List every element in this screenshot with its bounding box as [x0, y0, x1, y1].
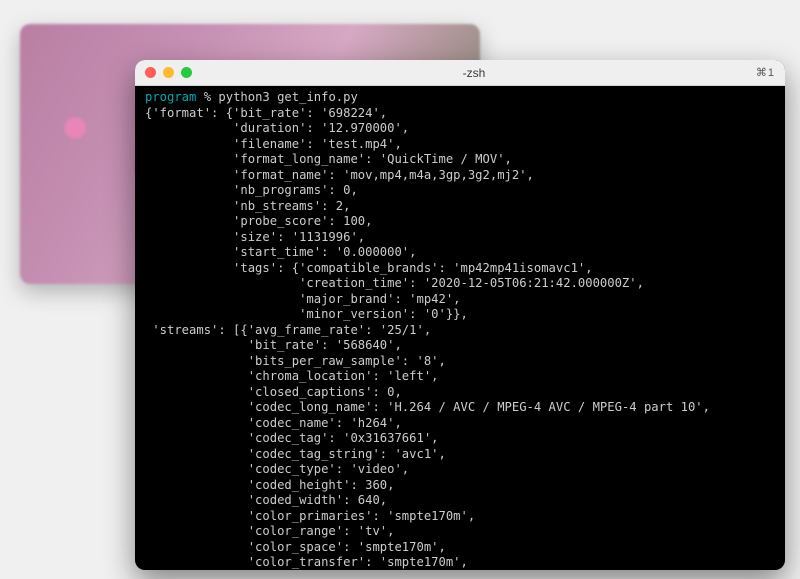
window-titlebar[interactable]: -zsh ⌘1	[135, 60, 785, 86]
minimize-icon[interactable]	[163, 67, 174, 78]
prompt-host: program	[145, 90, 196, 104]
prompt-separator: %	[196, 90, 218, 104]
shell-prompt: program % python3 get_info.py	[145, 90, 358, 104]
traffic-lights	[145, 67, 192, 78]
window-title: -zsh	[192, 66, 756, 80]
terminal-output: {'format': {'bit_rate': '698224', 'durat…	[145, 106, 710, 570]
prompt-command: python3 get_info.py	[218, 90, 357, 104]
window-shortcut: ⌘1	[756, 66, 775, 79]
close-icon[interactable]	[145, 67, 156, 78]
terminal-body[interactable]: program % python3 get_info.py {'format':…	[135, 86, 785, 570]
terminal-window: -zsh ⌘1 program % python3 get_info.py {'…	[135, 60, 785, 570]
zoom-icon[interactable]	[181, 67, 192, 78]
